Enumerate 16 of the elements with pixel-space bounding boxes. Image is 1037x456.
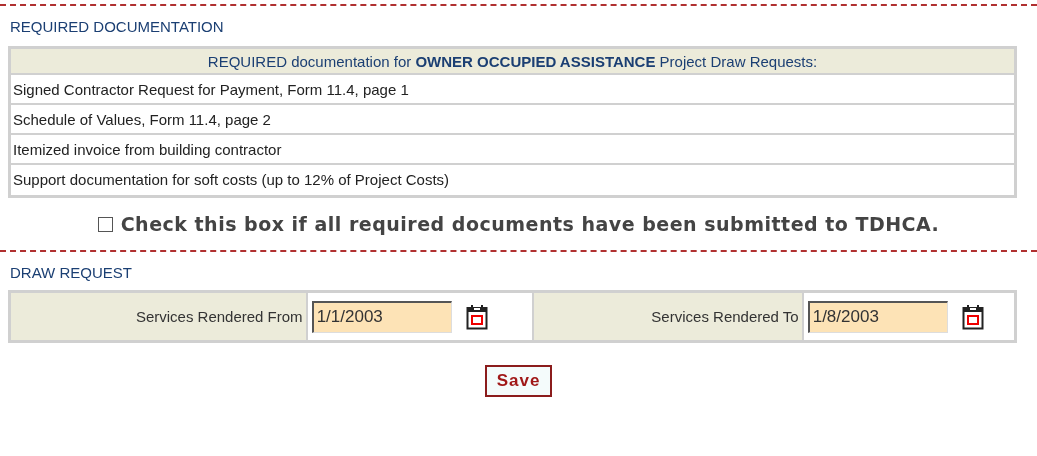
field-label: Services Rendered From (11, 293, 306, 340)
field-label: Services Rendered To (533, 293, 802, 340)
date-field[interactable]: 1/8/2003 (807, 300, 948, 333)
calendar-icon[interactable] (961, 303, 984, 330)
table-cell: Itemized invoice from building contractor (11, 135, 1014, 165)
table-cell: Schedule of Values, Form 11.4, page 2 (11, 105, 1014, 135)
table-header: REQUIRED documentation for OWNER OCCUPIED ASSISTANCE Project Draw Requests: (11, 49, 1014, 75)
checkbox-label: Check this box if all required documents have been submitted to TDHCA. (120, 211, 940, 237)
table-cell-text: Support documentation for soft costs (up to 12% of Project Costs) (12, 170, 451, 190)
table-cell: Signed Contractor Request for Payment, Form 11.4, page 1 (11, 75, 1014, 105)
checkbox[interactable] (97, 216, 113, 232)
save-button[interactable]: Save (484, 365, 553, 397)
section-title: REQUIRED DOCUMENTATION (10, 18, 224, 36)
date-field[interactable]: 1/1/2003 (311, 300, 452, 333)
section-title: DRAW REQUEST (10, 264, 132, 282)
calendar-icon[interactable] (465, 303, 488, 330)
